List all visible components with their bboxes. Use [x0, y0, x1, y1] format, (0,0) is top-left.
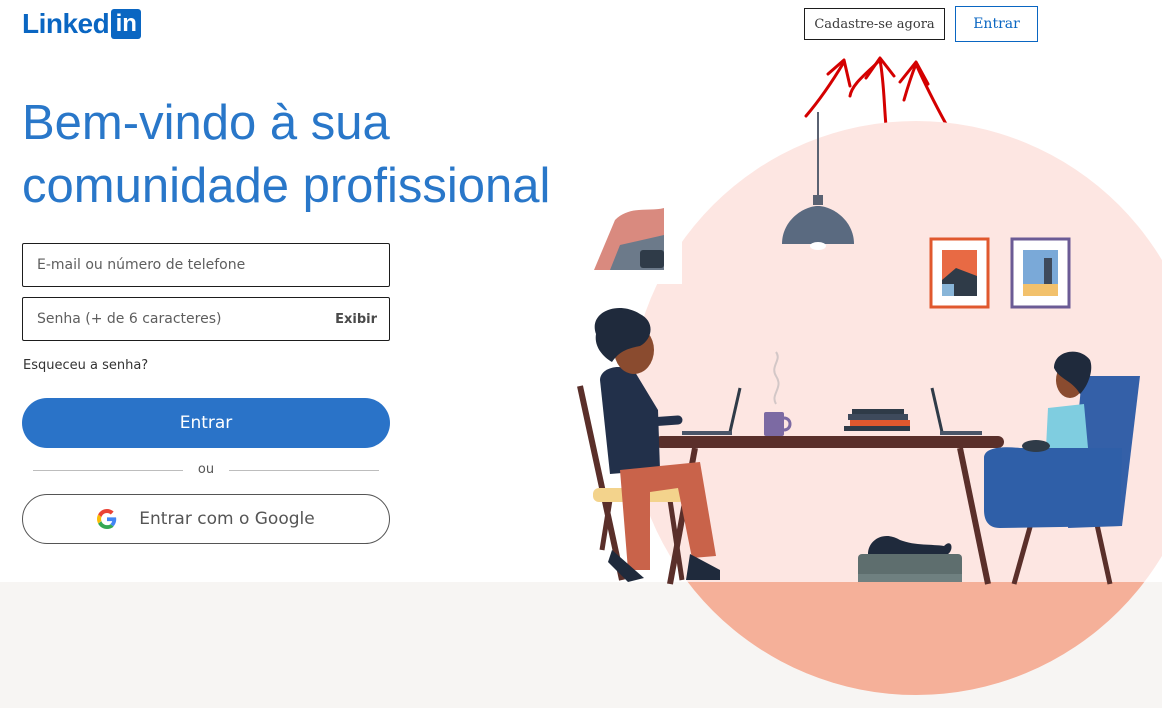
- header-signin-button[interactable]: Entrar: [955, 6, 1038, 42]
- google-g-icon: [97, 509, 117, 529]
- forgot-password-link[interactable]: Esqueceu a senha?: [23, 358, 148, 373]
- linkedin-logo[interactable]: Linked in: [22, 8, 142, 40]
- signup-button[interactable]: Cadastre-se agora: [804, 8, 945, 40]
- hero-illustration: [577, 112, 1162, 695]
- divider-right: [229, 470, 379, 471]
- floor: [629, 582, 1162, 695]
- show-password-button[interactable]: Exibir: [327, 312, 377, 327]
- email-input[interactable]: [35, 256, 377, 274]
- password-input[interactable]: [35, 310, 328, 328]
- password-field[interactable]: Exibir: [22, 297, 390, 341]
- picture-frame-1: [929, 237, 990, 309]
- email-field[interactable]: [22, 243, 390, 287]
- picture-frame-2: [1010, 237, 1071, 309]
- logo-wordmark: Linked: [22, 8, 110, 39]
- page-title: Bem-vindo à sua comunidade profissional: [22, 92, 602, 218]
- google-signin-button[interactable]: Entrar com o Google: [22, 494, 390, 544]
- book-stack: [844, 409, 910, 431]
- logo-in-box: in: [111, 9, 142, 39]
- divider-text: ou: [197, 462, 215, 477]
- google-button-label: Entrar com o Google: [139, 509, 315, 529]
- headline-line-1: Bem-vindo à sua: [22, 96, 390, 150]
- divider-left: [33, 470, 183, 471]
- signin-button[interactable]: Entrar: [22, 398, 390, 448]
- window-frame: [590, 180, 682, 284]
- headline-line-2: comunidade profissional: [22, 159, 551, 213]
